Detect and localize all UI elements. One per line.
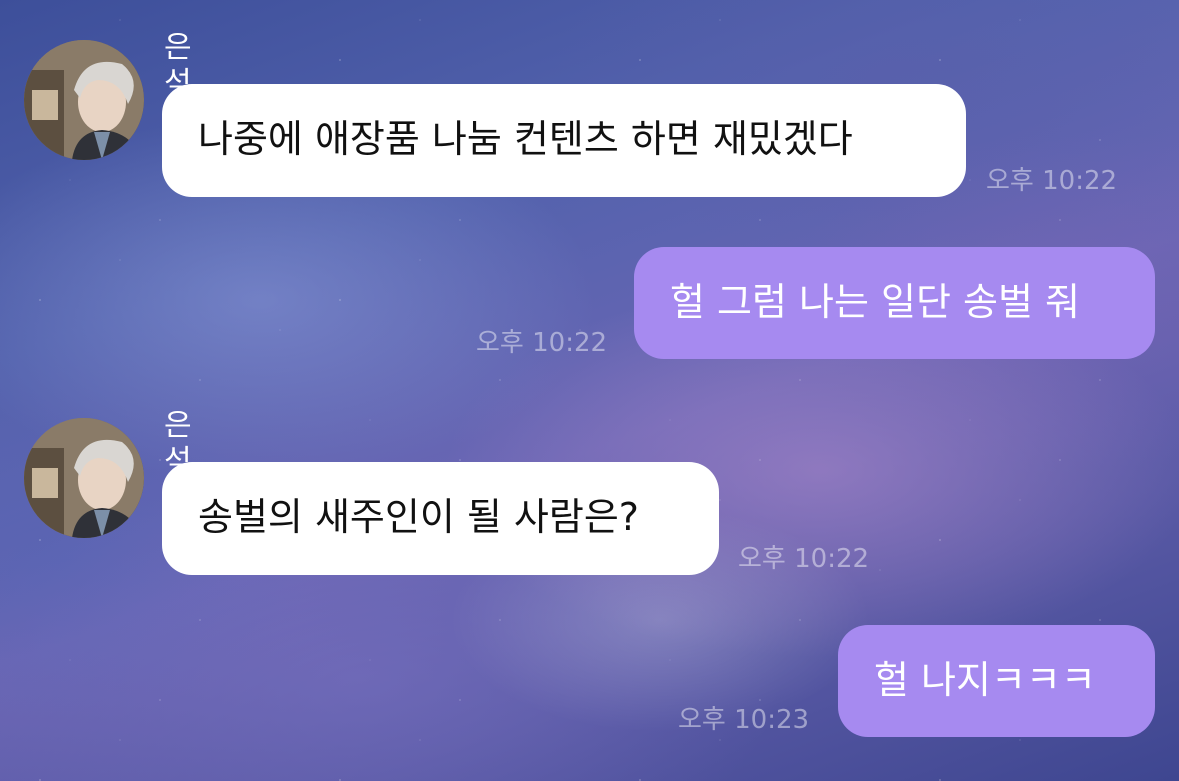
message-timestamp: 오후 10:23 [678,705,810,735]
message-bubble[interactable]: 헐 나지ㅋㅋㅋ [838,625,1155,737]
message-timestamp: 오후 10:22 [476,328,608,358]
avatar[interactable] [24,418,144,538]
message-timestamp: 오후 10:22 [986,166,1118,196]
profile-photo-icon [24,418,144,538]
message-bubble[interactable]: 헐 그럼 나는 일단 송벌 줘 [634,247,1155,359]
avatar[interactable] [24,40,144,160]
profile-photo-icon [24,40,144,160]
message-timestamp: 오후 10:22 [738,544,870,574]
message-bubble[interactable]: 나중에 애장품 나눔 컨텐츠 하면 재밌겠다 [162,84,966,197]
message-bubble[interactable]: 송벌의 새주인이 될 사람은? [162,462,719,575]
